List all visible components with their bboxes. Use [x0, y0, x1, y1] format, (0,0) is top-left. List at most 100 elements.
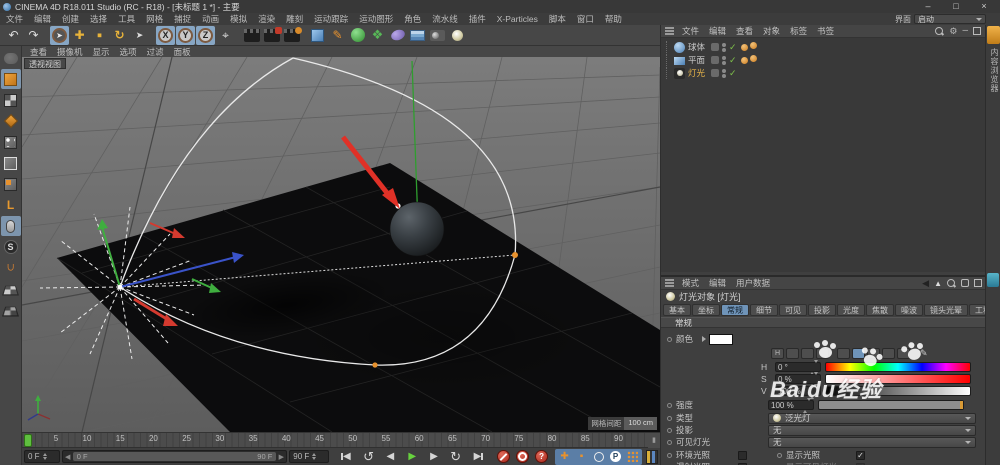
range-left-arrow[interactable]: ◀ — [63, 453, 73, 461]
compact-mode-button[interactable] — [897, 348, 910, 359]
phong-tag-icon[interactable] — [741, 57, 748, 64]
tag-icon[interactable] — [750, 42, 757, 49]
phong-tag-icon[interactable] — [741, 44, 748, 51]
record-pla-toggle[interactable] — [624, 449, 641, 464]
viewport-menu-item[interactable]: 选项 — [120, 46, 137, 58]
am-menu-mode[interactable]: 模式 — [682, 277, 699, 289]
goto-start-button[interactable]: ◀ — [337, 449, 357, 464]
hue-gradient-slider[interactable] — [825, 362, 971, 372]
attribute-tab[interactable]: 光度 — [837, 304, 865, 316]
lock-z-axis-button[interactable]: Z — [196, 26, 215, 45]
close-button[interactable]: × — [970, 0, 998, 12]
menu-item[interactable]: 编辑 — [34, 13, 51, 25]
menu-item[interactable]: 窗口 — [577, 13, 594, 25]
previous-frame-button[interactable]: ◀ — [381, 449, 401, 464]
viewport-canvas[interactable]: 透视视图 ✚ ↕ ↺ 网格间距 100 cm — [22, 57, 660, 432]
attribute-tab[interactable]: 常规 — [721, 304, 749, 316]
menu-item[interactable]: X-Particles — [497, 14, 538, 24]
kelvin-mode-button[interactable] — [867, 348, 880, 359]
lock-x-axis-button[interactable]: X — [156, 26, 175, 45]
layer-box[interactable] — [711, 56, 719, 64]
viewport-solo-icon[interactable]: S — [1, 237, 21, 257]
playback-settings-button[interactable] — [646, 450, 658, 464]
timeline-playhead[interactable] — [24, 434, 32, 447]
keyframe-selection-button[interactable]: ? — [535, 450, 548, 463]
menu-item[interactable]: 帮助 — [605, 13, 622, 25]
object-row-light[interactable]: 灯光 ✓ — [661, 67, 985, 79]
viewport-menu-item[interactable]: 查看 — [30, 46, 47, 58]
attribute-tab[interactable]: 可见 — [779, 304, 807, 316]
layer-box[interactable] — [711, 69, 719, 77]
param-dot-icon[interactable] — [667, 416, 672, 421]
range-handle[interactable]: 0 F 90 F — [73, 452, 277, 461]
play-backwards-button[interactable]: ↺ — [359, 449, 379, 464]
record-parameter-toggle[interactable]: P — [607, 449, 624, 464]
menu-item[interactable]: 创建 — [62, 13, 79, 25]
light-button[interactable] — [448, 26, 467, 45]
autokey-button[interactable] — [516, 450, 529, 463]
om-menu-tag[interactable]: 标签 — [790, 25, 807, 37]
content-browser-tab-icon[interactable] — [987, 26, 1000, 44]
next-frame-button[interactable]: ▶ — [424, 449, 444, 464]
intensity-value[interactable]: 100 % — [768, 400, 814, 410]
visibility-dots[interactable] — [722, 69, 726, 78]
search-icon[interactable] — [935, 27, 944, 36]
attribute-tab[interactable]: 基本 — [663, 304, 691, 316]
menu-item[interactable]: 角色 — [404, 13, 421, 25]
add-cube-button[interactable] — [308, 26, 327, 45]
render-settings-button[interactable] — [282, 26, 301, 45]
enabled-check-icon[interactable]: ✓ — [729, 42, 737, 53]
panel-menu-icon[interactable] — [665, 279, 674, 287]
expander-icon[interactable] — [702, 336, 706, 342]
saturation-gradient-slider[interactable] — [825, 374, 971, 384]
spectrum-mode-button[interactable] — [786, 348, 799, 359]
sculpt-mode-icon[interactable] — [1, 48, 21, 68]
range-right-arrow[interactable]: ▶ — [276, 453, 286, 461]
view-label[interactable]: 透视视图 — [24, 58, 66, 69]
menu-item[interactable]: 文件 — [6, 13, 23, 25]
enable-snap-icon[interactable]: ∩ — [1, 258, 21, 278]
record-keyframe-button[interactable] — [497, 450, 510, 463]
environment-button[interactable] — [408, 26, 427, 45]
shadow-dropdown[interactable]: 无 — [768, 425, 976, 436]
param-dot-icon[interactable] — [667, 403, 672, 408]
edges-mode-icon[interactable] — [1, 153, 21, 173]
planar-workplane-icon[interactable] — [1, 300, 21, 320]
perspective-viewport[interactable]: 查看摄像机显示选项过滤面板 — [22, 46, 660, 432]
attribute-tab[interactable]: 细节 — [750, 304, 778, 316]
rotate-tool-button[interactable]: ↻ — [110, 26, 129, 45]
menu-item[interactable]: 运动跟踪 — [314, 13, 348, 25]
record-scale-toggle[interactable]: ▪ — [573, 449, 590, 464]
om-menu-object[interactable]: 对象 — [763, 25, 780, 37]
viewport-menu-item[interactable]: 显示 — [93, 46, 110, 58]
attribute-tab[interactable]: 投影 — [808, 304, 836, 316]
gear-icon[interactable]: ⚙ — [949, 27, 957, 36]
back-arrow-icon[interactable]: ◀ — [922, 278, 929, 289]
s-value[interactable]: 0 % — [775, 374, 821, 384]
menu-item[interactable]: 渲染 — [258, 13, 275, 25]
value-gradient-slider[interactable] — [825, 386, 971, 396]
end-frame-spinner[interactable]: 90 F — [289, 450, 329, 463]
move-tool-button[interactable]: ✚ — [70, 26, 89, 45]
up-arrow-icon[interactable]: ▲ — [934, 279, 942, 288]
menu-item[interactable]: 雕刻 — [286, 13, 303, 25]
enabled-check-icon[interactable]: ✓ — [729, 55, 737, 66]
menu-item[interactable]: 网格 — [146, 13, 163, 25]
am-menu-userdata[interactable]: 用户数据 — [736, 277, 770, 289]
ambient-illumination-checkbox[interactable] — [738, 451, 747, 460]
interface-dropdown[interactable]: 启动 — [914, 14, 986, 24]
menu-item[interactable]: 脚本 — [549, 13, 566, 25]
mograph-button[interactable] — [388, 26, 407, 45]
redo-button[interactable]: ↷ — [24, 26, 43, 45]
coordinate-system-button[interactable]: ⌖ — [216, 26, 235, 45]
param-dot-icon[interactable] — [667, 440, 672, 445]
menu-item[interactable]: 插件 — [469, 13, 486, 25]
menu-item[interactable]: 选择 — [90, 13, 107, 25]
points-mode-icon[interactable] — [1, 132, 21, 152]
light-type-dropdown[interactable]: 泛光灯 — [768, 413, 976, 424]
collapse-icon[interactable]: – — [962, 27, 968, 35]
panel-menu-icon[interactable] — [665, 27, 674, 35]
model-mode-icon[interactable] — [1, 69, 21, 89]
tweak-mode-icon[interactable] — [1, 216, 21, 236]
viewport-menu-item[interactable]: 面板 — [174, 46, 191, 58]
